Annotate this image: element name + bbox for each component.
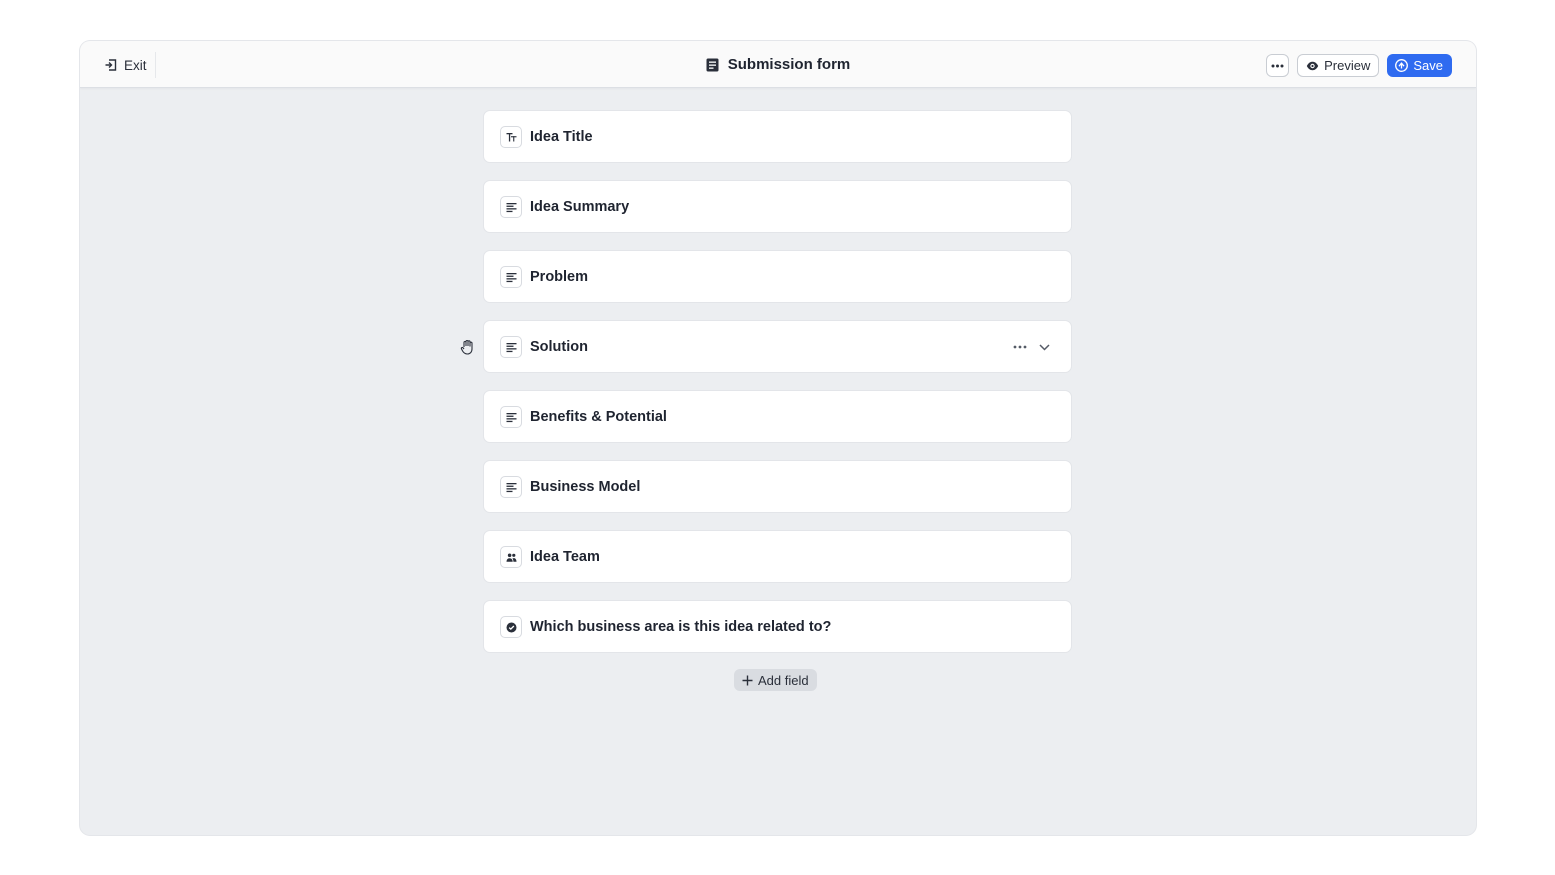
more-horizontal-icon: [1271, 64, 1284, 67]
preview-label: Preview: [1324, 58, 1371, 73]
grab-handle-icon[interactable]: [459, 338, 477, 356]
exit-label: Exit: [124, 57, 147, 73]
field-label: Benefits & Potential: [530, 408, 667, 425]
header-actions: Preview Save: [1266, 54, 1452, 77]
team-icon: [500, 546, 522, 568]
field-card-business-area[interactable]: Which business area is this idea related…: [483, 600, 1072, 653]
paragraph-icon: [500, 266, 522, 288]
field-card-solution[interactable]: Solution: [483, 320, 1072, 373]
more-horizontal-icon: [1013, 345, 1027, 349]
field-card-idea-team[interactable]: Idea Team: [483, 530, 1072, 583]
add-field-label: Add field: [758, 672, 809, 688]
top-bar: Exit Submission form Preview Save: [80, 41, 1476, 88]
paragraph-icon: [500, 406, 522, 428]
field-label: Business Model: [530, 478, 641, 495]
field-label: Idea Team: [530, 548, 600, 565]
eye-icon: [1306, 61, 1319, 70]
field-card-idea-title[interactable]: Idea Title: [483, 110, 1072, 163]
field-more-options-button[interactable]: [1011, 338, 1029, 356]
field-label: Idea Summary: [530, 198, 630, 215]
chevron-down-icon: [1038, 343, 1050, 351]
field-expand-button[interactable]: [1035, 338, 1053, 356]
field-label: Idea Title: [530, 128, 593, 145]
paragraph-icon: [500, 196, 522, 218]
save-label: Save: [1413, 58, 1443, 73]
field-label: Problem: [530, 268, 589, 285]
save-publish-icon: [1395, 59, 1409, 72]
exit-button[interactable]: Exit: [96, 52, 156, 78]
add-field-button[interactable]: Add field: [734, 669, 817, 691]
form-document-icon: [706, 58, 719, 71]
preview-button[interactable]: Preview: [1297, 54, 1380, 77]
text-type-icon: [500, 126, 522, 148]
save-button[interactable]: Save: [1387, 54, 1452, 77]
field-card-problem[interactable]: Problem: [483, 250, 1072, 303]
check-circle-icon: [500, 616, 522, 638]
plus-icon: [742, 675, 753, 685]
paragraph-icon: [500, 336, 522, 358]
form-editor-window: Exit Submission form Preview Save Idea T…: [80, 41, 1476, 835]
field-label: Solution: [530, 338, 588, 355]
exit-icon: [105, 59, 117, 71]
more-options-button[interactable]: [1266, 54, 1290, 77]
paragraph-icon: [500, 476, 522, 498]
page-title-text: Submission form: [727, 56, 851, 73]
field-label: Which business area is this idea related…: [530, 618, 832, 635]
field-card-benefits-potential[interactable]: Benefits & Potential: [483, 390, 1072, 443]
field-card-business-model[interactable]: Business Model: [483, 460, 1072, 513]
field-card-idea-summary[interactable]: Idea Summary: [483, 180, 1072, 233]
